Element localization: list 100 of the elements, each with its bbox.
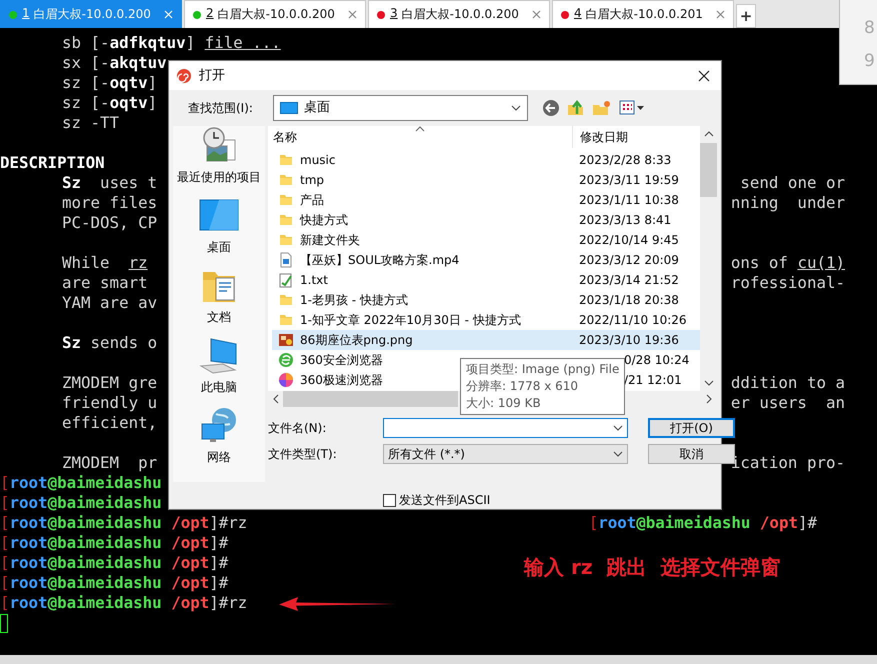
back-icon[interactable] [542, 99, 560, 117]
cancel-button[interactable]: 取消 [648, 444, 735, 464]
folder-icon [278, 312, 294, 328]
file-date: 2023/3/11 19:59 [579, 172, 679, 188]
selected-file-row[interactable]: 86期座位表png.png 2023/3/10 19:36 [272, 330, 700, 350]
desktop-icon [280, 102, 298, 114]
terminal-line: sz [-oqtv] [62, 93, 158, 113]
terminal-line: While rz [62, 253, 148, 273]
terminal-line: rofessional- [730, 273, 845, 293]
terminal-line: sx [-akqtuv [62, 53, 167, 73]
new-tab-button[interactable]: + [736, 4, 756, 28]
file-name[interactable]: 【巫妖】SOUL攻略方案.mp4 [300, 252, 460, 268]
field-label: 文件类型(T): [268, 446, 338, 462]
close-icon [698, 70, 710, 82]
place-item[interactable]: 最近使用的项目 [177, 126, 261, 196]
terminal-tab[interactable]: 2 白眉大叔-10.0.0.200 [184, 0, 366, 28]
browser-icon [278, 372, 294, 388]
tooltip-line: 项目类型: Image (png) File [466, 361, 620, 378]
terminal-line: sb [-adfkqtuv] file ... [62, 33, 281, 53]
file-date: 2022/10/14 9:45 [579, 232, 679, 248]
scrollbar-thumb[interactable] [283, 391, 458, 407]
folder-icon [278, 152, 294, 168]
shell-prompt: [root@baimeidashu /opt]# [588, 513, 817, 533]
sort-caret-icon [415, 126, 425, 132]
shell-prompt: [root@baimeidashu /opt]# [0, 573, 228, 593]
terminal-line: efficient, [62, 413, 158, 433]
browser-icon [278, 352, 294, 368]
file-name[interactable]: 360极速浏览器 [300, 372, 383, 388]
line-number: 8 [864, 18, 876, 38]
scroll-up-icon [704, 131, 714, 137]
terminal-line: er users an [730, 393, 845, 413]
file-name[interactable]: 360安全浏览器 [300, 352, 383, 368]
terminal-line: sz -TT [62, 113, 120, 133]
up-folder-icon[interactable] [567, 99, 585, 117]
dialog-title: 打开 [199, 68, 226, 84]
file-type-dropdown[interactable]: 所有文件 (*.*) [383, 444, 628, 464]
spiral-icon [176, 68, 192, 84]
terminal-tab[interactable]: 1 白眉大叔-10.0.0.200 [0, 0, 182, 28]
terminal-tab[interactable]: 4 白眉大叔-10.0.0.201 [552, 0, 734, 28]
shell-prompt: [root@baimeidashu /opt]# [0, 553, 228, 573]
file-date: 2022/11/10 10:26 [579, 312, 687, 328]
file-name[interactable]: 1-知乎文章 2022年10月30日 - 快捷方式 [300, 312, 521, 328]
computer-icon [199, 336, 239, 376]
file-date: 0/28 10:24 [624, 352, 690, 368]
file-date: 2023/3/14 21:52 [579, 272, 679, 288]
file-name[interactable]: 快捷方式 [300, 212, 348, 228]
file-name[interactable]: music [300, 152, 336, 168]
folder-icon [278, 212, 294, 228]
file-name[interactable]: tmp [300, 172, 324, 188]
terminal-line: Sz sends o [62, 333, 158, 353]
open-button[interactable]: 打开(O) [648, 418, 735, 438]
terminal-line: nning under [730, 193, 845, 213]
view-menu-icon[interactable] [619, 100, 645, 116]
checkbox[interactable] [383, 494, 396, 507]
file-name[interactable]: 新建文件夹 [300, 232, 360, 248]
terminal-line: friendly u [62, 393, 158, 413]
field-label: 文件名(N): [268, 420, 328, 436]
place-item[interactable]: 此电脑 [199, 336, 239, 406]
shell-prompt: [root@baimeidashu [0, 493, 162, 513]
section-heading: DESCRIPTION [0, 153, 105, 173]
place-item[interactable]: 文档 [199, 266, 239, 336]
terminal-line: sz [-oqtv] [62, 73, 158, 93]
file-date: /21 12:01 [624, 372, 682, 388]
file-date: 2023/2/28 8:33 [579, 152, 672, 168]
terminal-line: are smart [62, 273, 148, 293]
folder-icon [278, 232, 294, 248]
new-folder-icon[interactable] [592, 99, 612, 117]
place-item[interactable]: 桌面 [199, 196, 239, 266]
shell-prompt: [root@baimeidashu [0, 473, 162, 493]
look-in-label: 查找范围(I): [188, 100, 254, 116]
shell-prompt: [root@baimeidashu /opt]# [0, 533, 228, 553]
close-icon[interactable] [716, 10, 725, 19]
folder-icon [278, 192, 294, 208]
close-icon[interactable] [532, 10, 541, 19]
file-name[interactable]: 产品 [300, 192, 324, 208]
look-in-dropdown[interactable]: 桌面 [273, 95, 528, 121]
terminal-tab[interactable]: 3 白眉大叔-10.0.0.200 [368, 0, 550, 28]
file-date: 2023/3/12 20:09 [579, 252, 679, 268]
file-name[interactable]: 86期座位表png.png [300, 332, 413, 348]
image-file-icon [278, 332, 294, 348]
file-name[interactable]: 1.txt [300, 272, 328, 288]
terminal-line: more files [62, 193, 158, 213]
scrollbar-thumb[interactable] [700, 143, 717, 197]
scroll-right-icon [706, 394, 712, 404]
file-name[interactable]: 1-老男孩 - 快捷方式 [300, 292, 408, 308]
scroll-down-icon [704, 380, 714, 386]
terminal-line: send one or [740, 173, 845, 193]
folder-icon [278, 172, 294, 188]
chevron-down-icon [613, 451, 623, 457]
shell-prompt: [root@baimeidashu /opt]#rz [0, 513, 248, 533]
close-icon[interactable] [348, 10, 357, 19]
file-name-field[interactable] [383, 418, 628, 438]
column-header[interactable]: 修改日期 [572, 126, 628, 148]
video-file-icon [278, 252, 294, 268]
folder-icon [278, 292, 294, 308]
file-date: 2023/3/10 19:36 [579, 332, 679, 348]
column-header[interactable]: 名称 [268, 130, 572, 144]
terminal-line: ZMODEM pr [62, 453, 158, 473]
place-item[interactable]: 网络 [199, 406, 239, 476]
scroll-left-icon [273, 394, 279, 404]
